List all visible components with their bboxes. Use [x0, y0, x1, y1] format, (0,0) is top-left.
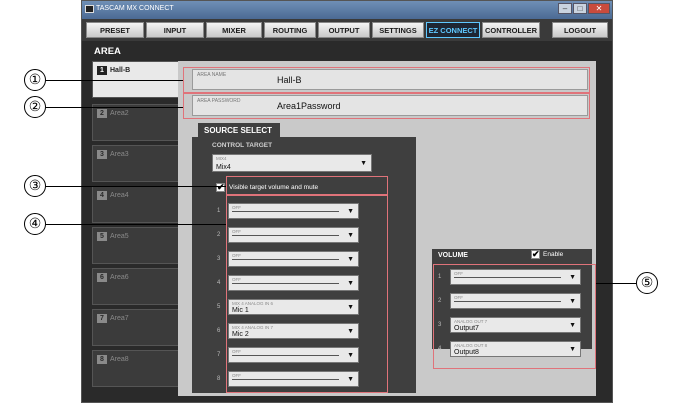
close-icon[interactable]: ✕ [588, 3, 610, 14]
menu-bar: PRESET INPUT MIXER ROUTING OUTPUT SETTIN… [82, 19, 612, 41]
leader-line-3 [46, 186, 226, 187]
sidebar-item-area-3[interactable]: 3 Area3 [92, 145, 180, 182]
source-select-tab: SOURCE SELECT [198, 123, 280, 137]
tab-routing[interactable]: ROUTING [264, 22, 316, 38]
maximize-icon[interactable]: □ [573, 3, 587, 14]
callout-5: ⑤ [636, 272, 658, 294]
control-target-label: CONTROL TARGET [212, 142, 273, 149]
sidebar-item-area-2[interactable]: 2 Area2 [92, 104, 180, 141]
volume-heading: VOLUME [438, 252, 468, 259]
minimize-icon[interactable]: – [558, 3, 572, 14]
title-bar: TASCAM MX CONNECT – □ ✕ [82, 1, 612, 19]
tab-output[interactable]: OUTPUT [318, 22, 370, 38]
volume-enable-option[interactable]: ✔ Enable [531, 250, 563, 259]
volume-list-highlight [433, 264, 596, 369]
leader-line-4 [46, 224, 226, 225]
sidebar-item-area-5[interactable]: 5 Area5 [92, 227, 180, 264]
window-controls: – □ ✕ [558, 3, 610, 14]
callout-2: ② [24, 96, 46, 118]
sidebar-item-area-4[interactable]: 4 Area4 [92, 186, 180, 223]
tab-mixer[interactable]: MIXER [206, 22, 262, 38]
area-password-highlight [183, 93, 590, 119]
sidebar-item-area-7[interactable]: 7 Area7 [92, 309, 180, 346]
callout-1: ① [24, 69, 46, 91]
callout-4: ④ [24, 213, 46, 235]
control-target-dropdown[interactable]: MIX4 Mix4 ▼ [212, 154, 372, 172]
logout-button[interactable]: LOGOUT [552, 22, 608, 38]
visible-target-highlight [226, 176, 388, 195]
area-heading: AREA [94, 46, 121, 57]
window-title: TASCAM MX CONNECT [96, 5, 174, 12]
leader-line-1 [46, 80, 183, 81]
tab-preset[interactable]: PRESET [86, 22, 144, 38]
leader-line-2 [46, 107, 183, 108]
tab-controller[interactable]: CONTROLLER [482, 22, 540, 38]
tab-settings[interactable]: SETTINGS [372, 22, 424, 38]
area-name-highlight [183, 67, 590, 93]
tab-input[interactable]: INPUT [146, 22, 204, 38]
sidebar-item-area-8[interactable]: 8 Area8 [92, 350, 180, 387]
volume-enable-checkbox[interactable]: ✔ [531, 250, 540, 259]
visible-target-checkbox[interactable]: ✔ [216, 182, 225, 192]
tab-ez-connect[interactable]: EZ CONNECT [426, 22, 480, 38]
leader-line-5 [596, 283, 636, 284]
app-icon [85, 5, 94, 13]
sidebar-item-area-6[interactable]: 6 Area6 [92, 268, 180, 305]
source-list-highlight [226, 195, 388, 393]
callout-3: ③ [24, 175, 46, 197]
chevron-down-icon: ▼ [360, 160, 367, 167]
